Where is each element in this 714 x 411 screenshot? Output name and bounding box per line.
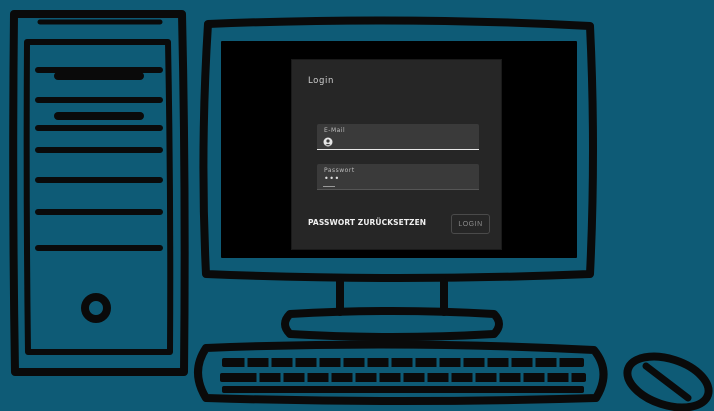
user-icon [323, 137, 333, 147]
password-value-underline [323, 186, 335, 187]
pc-tower [9, 10, 189, 376]
keyboard [194, 340, 608, 405]
email-field[interactable]: E-Mail [317, 124, 479, 150]
password-value: ••• [324, 174, 340, 183]
drive-bay-2 [35, 125, 163, 153]
password-field[interactable]: Passwort ••• [317, 164, 479, 190]
login-button[interactable]: LOGIN [451, 214, 490, 234]
tower-divider [35, 177, 163, 251]
mouse [623, 352, 713, 411]
tower-inner-outline [23, 39, 174, 355]
email-label: E-Mail [324, 127, 346, 134]
reset-password-link[interactable]: PASSWORT ZURÜCKSETZEN [308, 218, 426, 227]
login-dialog: Login E-Mail Passwort ••• PASSWORT ZURÜC… [291, 59, 502, 250]
monitor-base [281, 307, 503, 341]
mouse-button-divider [642, 362, 692, 402]
login-title: Login [308, 76, 334, 86]
power-button-icon [81, 293, 111, 323]
password-label: Passwort [324, 167, 355, 174]
